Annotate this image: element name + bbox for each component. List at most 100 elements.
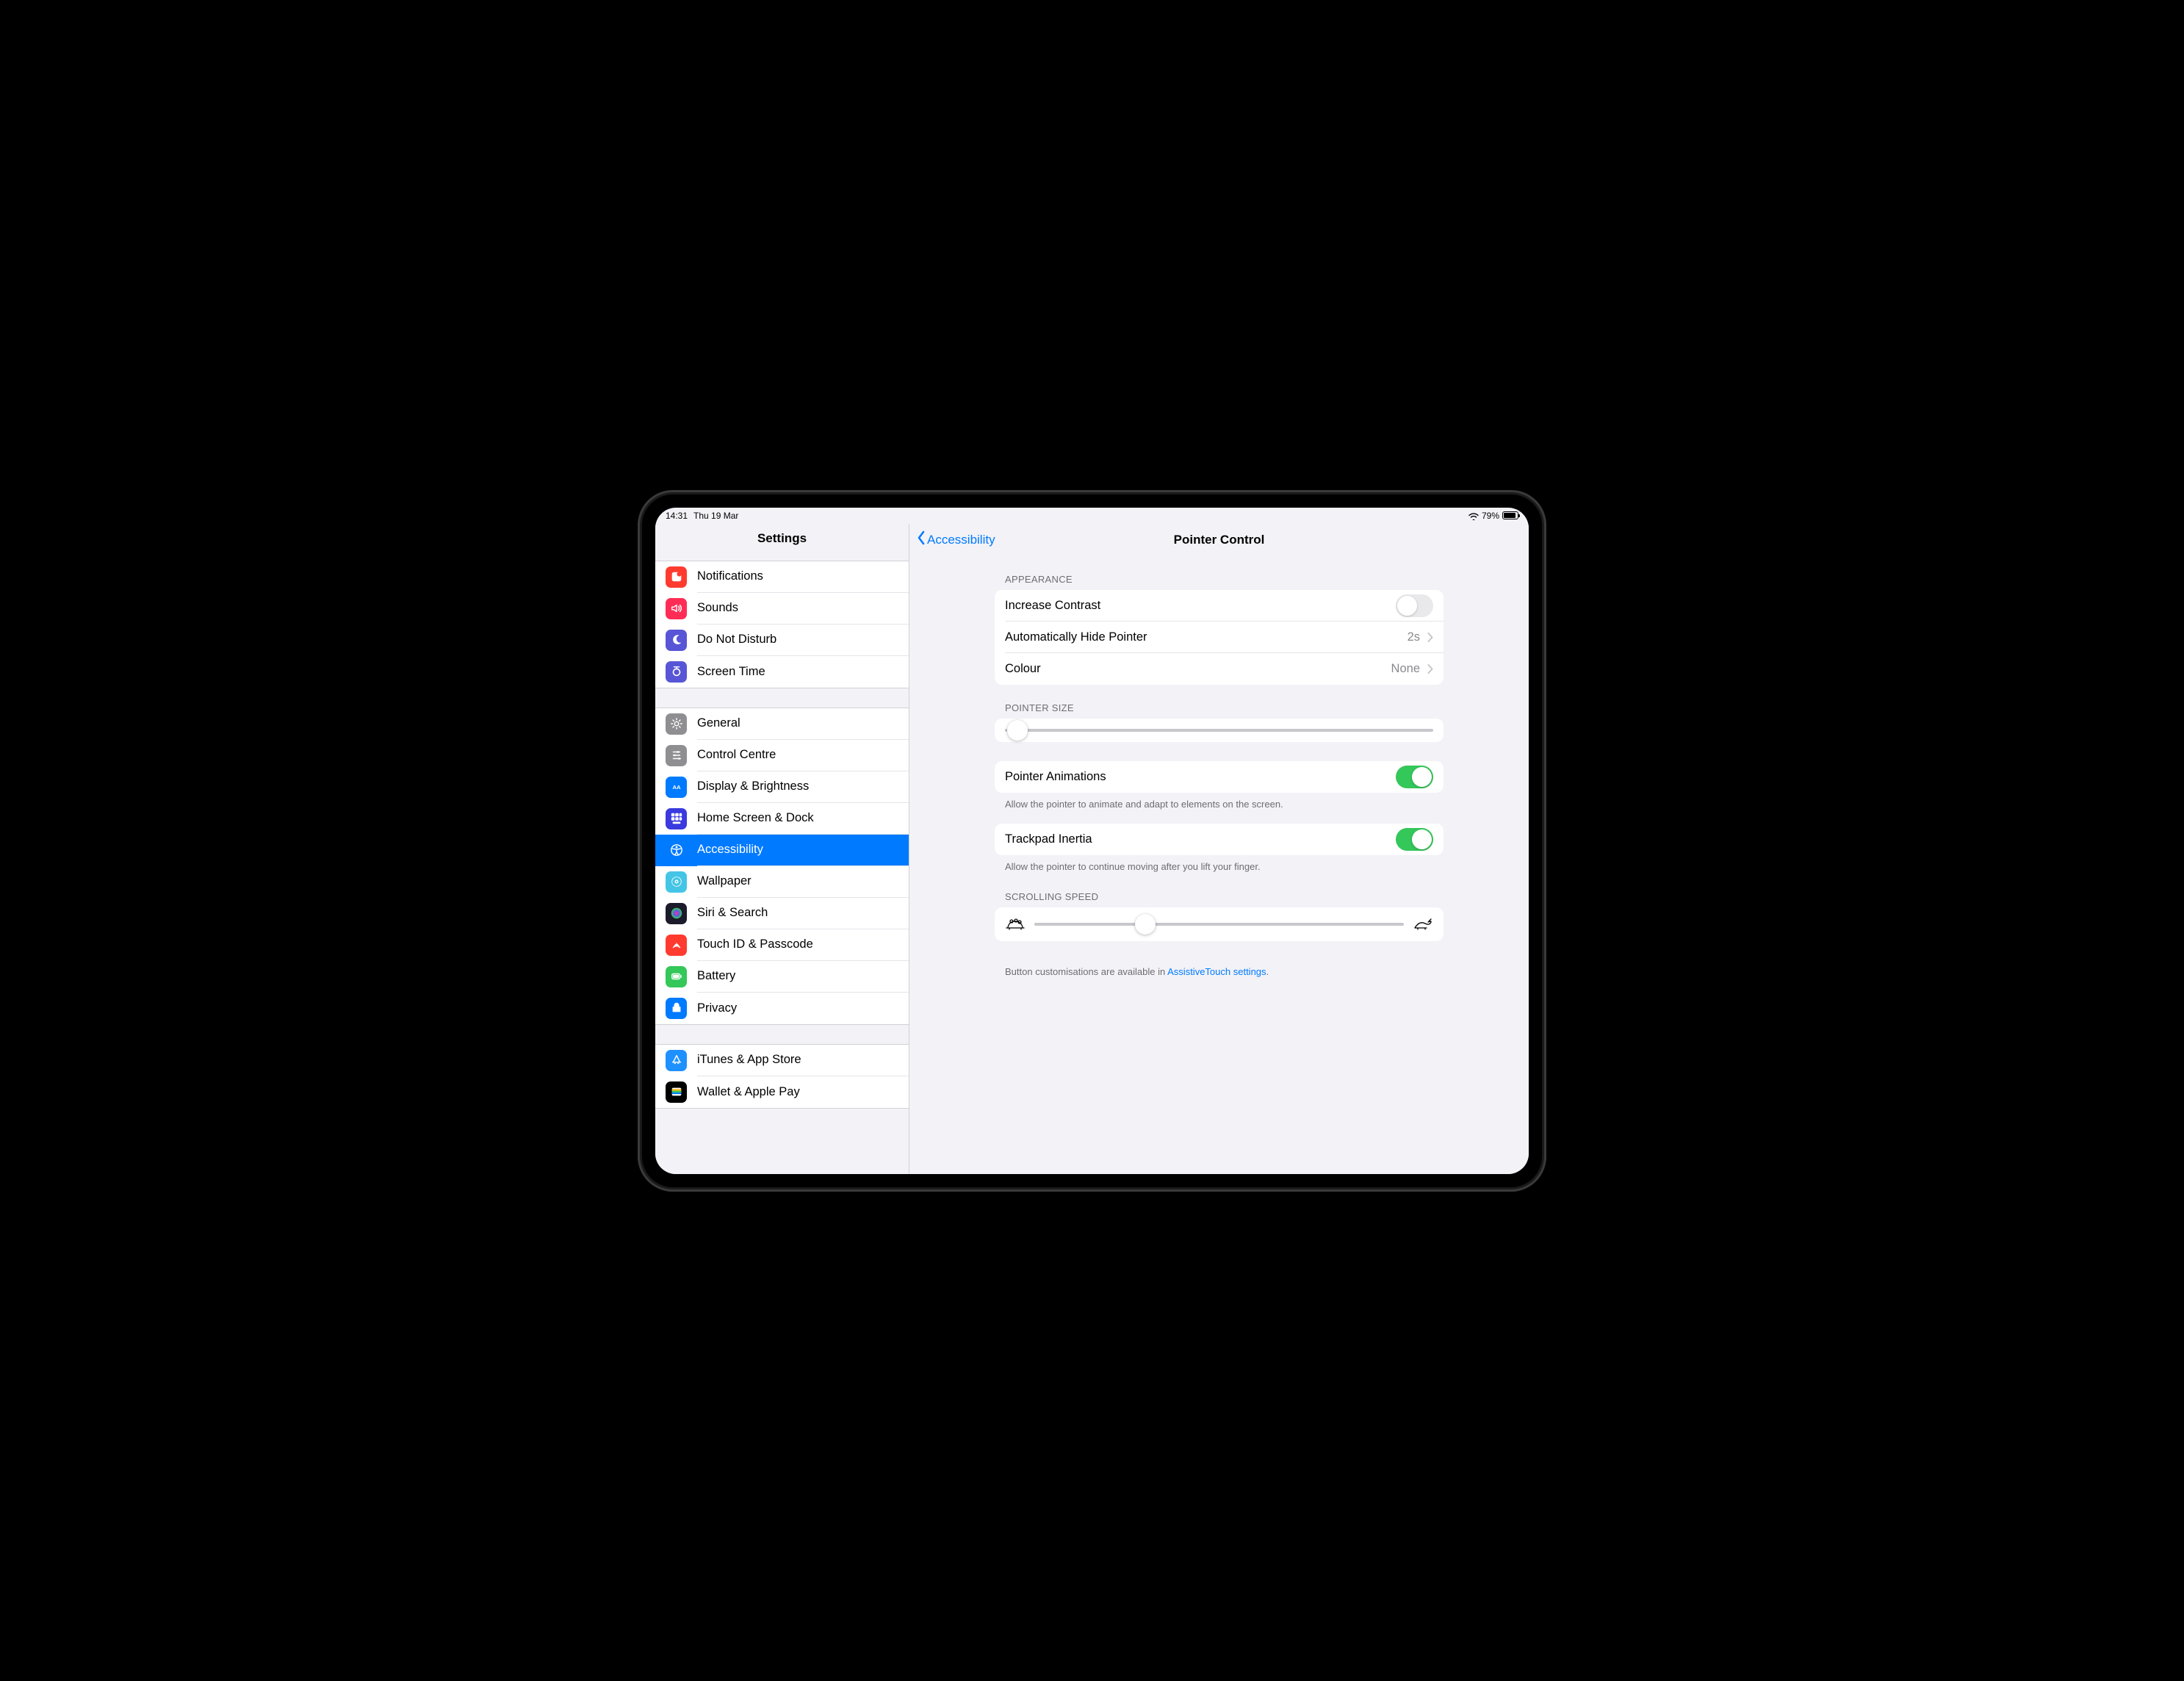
sidebar-item-label: Screen Time <box>697 665 765 679</box>
sidebar-item-privacy[interactable]: Privacy <box>655 993 909 1024</box>
sidebar-item-do-not-disturb[interactable]: Do Not Disturb <box>655 624 909 656</box>
sidebar-item-itunes-app-store[interactable]: iTunes & App Store <box>655 1045 909 1076</box>
section-header-pointer-size: POINTER SIZE <box>995 685 1444 719</box>
sidebar-item-home-screen-dock[interactable]: Home Screen & Dock <box>655 803 909 835</box>
sidebar-item-label: Home Screen & Dock <box>697 811 814 825</box>
sidebar-item-notifications[interactable]: Notifications <box>655 561 909 593</box>
trackpad-inertia-toggle[interactable] <box>1396 828 1433 851</box>
row-trackpad-inertia[interactable]: Trackpad Inertia <box>995 824 1444 855</box>
detail-nav-bar: Accessibility Pointer Control <box>909 524 1529 556</box>
sidebar-item-label: Touch ID & Passcode <box>697 937 813 951</box>
pointer-size-slider-group <box>995 719 1444 742</box>
chevron-right-icon <box>1427 664 1433 674</box>
trackpad-inertia-footer: Allow the pointer to continue moving aft… <box>995 855 1444 874</box>
sidebar-item-wallpaper[interactable]: Wallpaper <box>655 866 909 898</box>
assistivetouch-link[interactable]: AssistiveTouch settings <box>1167 966 1266 977</box>
sidebar-item-control-centre[interactable]: Control Centre <box>655 740 909 771</box>
sidebar-item-label: Control Centre <box>697 748 776 762</box>
siri-icon <box>666 903 687 924</box>
sidebar-item-label: Siri & Search <box>697 906 768 920</box>
section-header-appearance: APPEARANCE <box>995 556 1444 590</box>
sidebar-item-siri-search[interactable]: Siri & Search <box>655 898 909 929</box>
appstore-icon <box>666 1050 687 1071</box>
wallpaper-icon <box>666 871 687 893</box>
sidebar-item-label: Accessibility <box>697 843 763 857</box>
sidebar-item-label: Do Not Disturb <box>697 633 776 647</box>
dnd-icon <box>666 630 687 651</box>
home-icon <box>666 808 687 829</box>
control-icon <box>666 745 687 766</box>
sound-icon <box>666 598 687 619</box>
pointer-animations-toggle[interactable] <box>1396 766 1433 788</box>
status-bar: 14:31 Thu 19 Mar 79% <box>655 508 1529 524</box>
detail-pane: Accessibility Pointer Control APPEARANCE… <box>909 524 1529 1174</box>
pointer-animations-footer: Allow the pointer to animate and adapt t… <box>995 793 1444 811</box>
row-label: Automatically Hide Pointer <box>1005 630 1147 644</box>
gear-icon <box>666 713 687 735</box>
accessibility-icon <box>666 840 687 861</box>
notif-icon <box>666 566 687 588</box>
row-increase-contrast[interactable]: Increase Contrast <box>995 590 1444 622</box>
wifi-icon <box>1468 512 1479 519</box>
sidebar-item-label: Wallpaper <box>697 874 752 888</box>
sidebar-item-sounds[interactable]: Sounds <box>655 593 909 624</box>
sidebar-item-wallet-apple-pay[interactable]: Wallet & Apple Pay <box>655 1076 909 1108</box>
privacy-icon <box>666 998 687 1019</box>
sidebar-item-label: Wallet & Apple Pay <box>697 1085 800 1099</box>
sidebar-item-label: Battery <box>697 969 735 983</box>
scrolling-speed-slider[interactable] <box>1034 923 1404 926</box>
increase-contrast-toggle[interactable] <box>1396 594 1433 617</box>
footer-text: Button customisations are available in <box>1005 966 1167 977</box>
sidebar-item-accessibility[interactable]: Accessibility <box>655 835 909 866</box>
sidebar-item-label: Display & Brightness <box>697 780 809 793</box>
row-auto-hide-pointer[interactable]: Automatically Hide Pointer 2s <box>995 622 1444 653</box>
footer-after: . <box>1266 966 1269 977</box>
status-time: 14:31 <box>666 511 688 521</box>
row-label: Colour <box>1005 662 1041 676</box>
sidebar-item-label: Privacy <box>697 1001 737 1015</box>
svg-text:AA: AA <box>672 784 681 791</box>
sidebar-item-label: General <box>697 716 740 730</box>
pointer-animations-group: Pointer Animations <box>995 761 1444 793</box>
sidebar-item-general[interactable]: General <box>655 708 909 740</box>
sidebar-title: Settings <box>655 524 909 556</box>
row-label: Trackpad Inertia <box>1005 832 1092 846</box>
trackpad-inertia-group: Trackpad Inertia <box>995 824 1444 855</box>
back-button[interactable]: Accessibility <box>917 530 995 549</box>
battery-icon <box>1502 511 1518 519</box>
status-date: Thu 19 Mar <box>693 511 738 521</box>
ipad-frame: 14:31 Thu 19 Mar 79% Settings Notificati… <box>638 490 1546 1192</box>
back-label: Accessibility <box>927 533 995 547</box>
sidebar-item-label: Sounds <box>697 601 738 615</box>
battery-icon <box>666 966 687 987</box>
wallet-icon <box>666 1081 687 1103</box>
sidebar-item-label: Notifications <box>697 569 763 583</box>
chevron-right-icon <box>1427 633 1433 642</box>
display-icon: AA <box>666 777 687 798</box>
sidebar-item-label: iTunes & App Store <box>697 1053 801 1067</box>
section-header-scrolling-speed: SCROLLING SPEED <box>995 874 1444 907</box>
sidebar-item-display-brightness[interactable]: AA Display & Brightness <box>655 771 909 803</box>
sidebar-item-battery[interactable]: Battery <box>655 961 909 993</box>
sidebar-group-3: iTunes & App Store Wallet & Apple Pay <box>655 1044 909 1109</box>
row-label: Pointer Animations <box>1005 770 1106 784</box>
screen: 14:31 Thu 19 Mar 79% Settings Notificati… <box>655 508 1529 1174</box>
pointer-size-slider[interactable] <box>1005 729 1433 732</box>
row-pointer-animations[interactable]: Pointer Animations <box>995 761 1444 793</box>
row-value: 2s <box>1408 630 1420 644</box>
row-label: Increase Contrast <box>1005 599 1100 613</box>
row-colour[interactable]: Colour None <box>995 653 1444 685</box>
screentime-icon <box>666 661 687 683</box>
sidebar-item-screen-time[interactable]: Screen Time <box>655 656 909 688</box>
footer-note: Button customisations are available in A… <box>995 960 1444 979</box>
tortoise-icon <box>1005 918 1026 931</box>
sidebar-item-touch-id-passcode[interactable]: Touch ID & Passcode <box>655 929 909 961</box>
sidebar-group-2: General Control Centre AA Display & Brightn… <box>655 708 909 1025</box>
page-title: Pointer Control <box>909 533 1529 547</box>
sidebar[interactable]: Settings Notifications Sounds Do Not Distu… <box>655 524 909 1174</box>
scrolling-speed-slider-group <box>995 907 1444 941</box>
row-value: None <box>1391 662 1420 676</box>
battery-percent: 79% <box>1482 511 1499 521</box>
touchid-icon <box>666 935 687 956</box>
hare-icon <box>1413 918 1433 931</box>
